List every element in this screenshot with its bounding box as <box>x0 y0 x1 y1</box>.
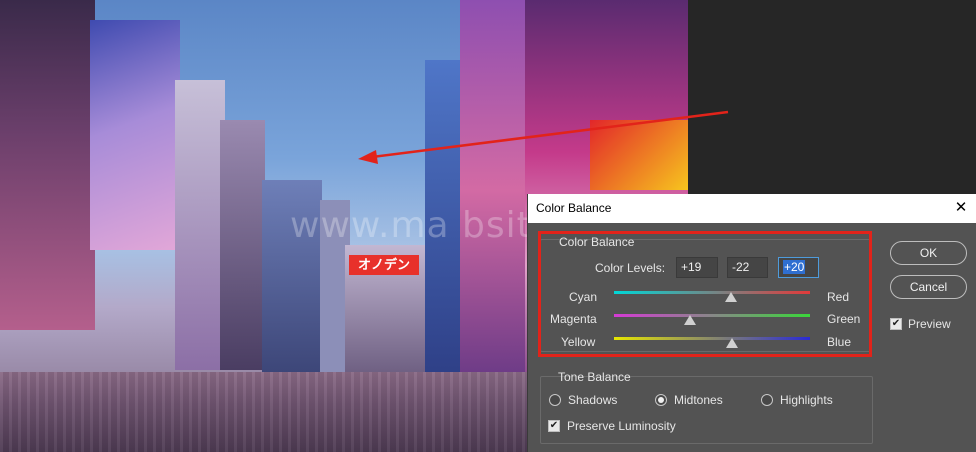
level-yellow-blue-input[interactable]: +20 <box>778 257 819 278</box>
billboard-left <box>90 20 180 250</box>
ok-button[interactable]: OK <box>890 241 967 265</box>
building-left-3 <box>220 120 265 370</box>
slider-cyan-label: Cyan <box>569 290 598 304</box>
preview-label: Preview <box>908 317 951 331</box>
slider-cyan-red-thumb[interactable] <box>724 292 737 302</box>
checkmark-icon: ✔ <box>549 420 559 431</box>
radio-midtones-label: Midtones <box>674 393 723 407</box>
tone-balance-group <box>540 376 873 444</box>
tone-balance-group-title: Tone Balance <box>558 370 631 384</box>
radio-midtones[interactable] <box>655 394 667 406</box>
slider-yellow-label: Yellow <box>561 335 596 349</box>
color-balance-group-title: Color Balance <box>559 235 635 249</box>
cancel-button[interactable]: Cancel <box>890 275 967 299</box>
radio-highlights-label: Highlights <box>780 393 833 407</box>
billboard-right <box>590 120 688 190</box>
building-right-2 <box>460 0 530 380</box>
close-icon: ✕ <box>954 199 968 216</box>
building-left-2 <box>175 80 225 370</box>
slider-magenta-label: Magenta <box>550 312 597 326</box>
building-left-1 <box>0 0 95 330</box>
preserve-luminosity-label: Preserve Luminosity <box>567 419 676 433</box>
slider-magenta-green-track[interactable] <box>614 314 810 317</box>
slider-blue-label: Blue <box>827 335 852 349</box>
slider-cyan-red-track[interactable] <box>614 291 810 294</box>
radio-highlights[interactable] <box>761 394 773 406</box>
dialog-title: Color Balance <box>536 201 612 215</box>
level-magenta-green-input[interactable]: -22 <box>727 257 768 278</box>
slider-yellow-blue-thumb[interactable] <box>725 338 738 348</box>
slider-magenta-green-thumb[interactable] <box>684 315 697 325</box>
level-cyan-red-input[interactable]: +19 <box>676 257 718 278</box>
slider-green-label: Green <box>827 312 861 326</box>
color-levels-label: Color Levels: <box>595 261 666 275</box>
slider-red-label: Red <box>827 290 850 304</box>
checkmark-icon: ✔ <box>891 318 901 329</box>
dialog-titlebar[interactable]: Color Balance <box>528 194 976 223</box>
preview-checkbox[interactable]: ✔ <box>890 318 902 330</box>
preserve-luminosity-checkbox[interactable]: ✔ <box>548 420 560 432</box>
radio-shadows[interactable] <box>549 394 561 406</box>
level-yellow-blue-value: +20 <box>783 260 806 274</box>
slider-yellow-blue-track[interactable] <box>614 337 810 340</box>
street-sign: オノデン <box>349 255 419 275</box>
radio-shadows-label: Shadows <box>568 393 618 407</box>
close-button[interactable]: ✕ <box>952 199 970 217</box>
color-balance-dialog: Color Balance ✕ Color Balance Color Leve… <box>527 194 976 452</box>
